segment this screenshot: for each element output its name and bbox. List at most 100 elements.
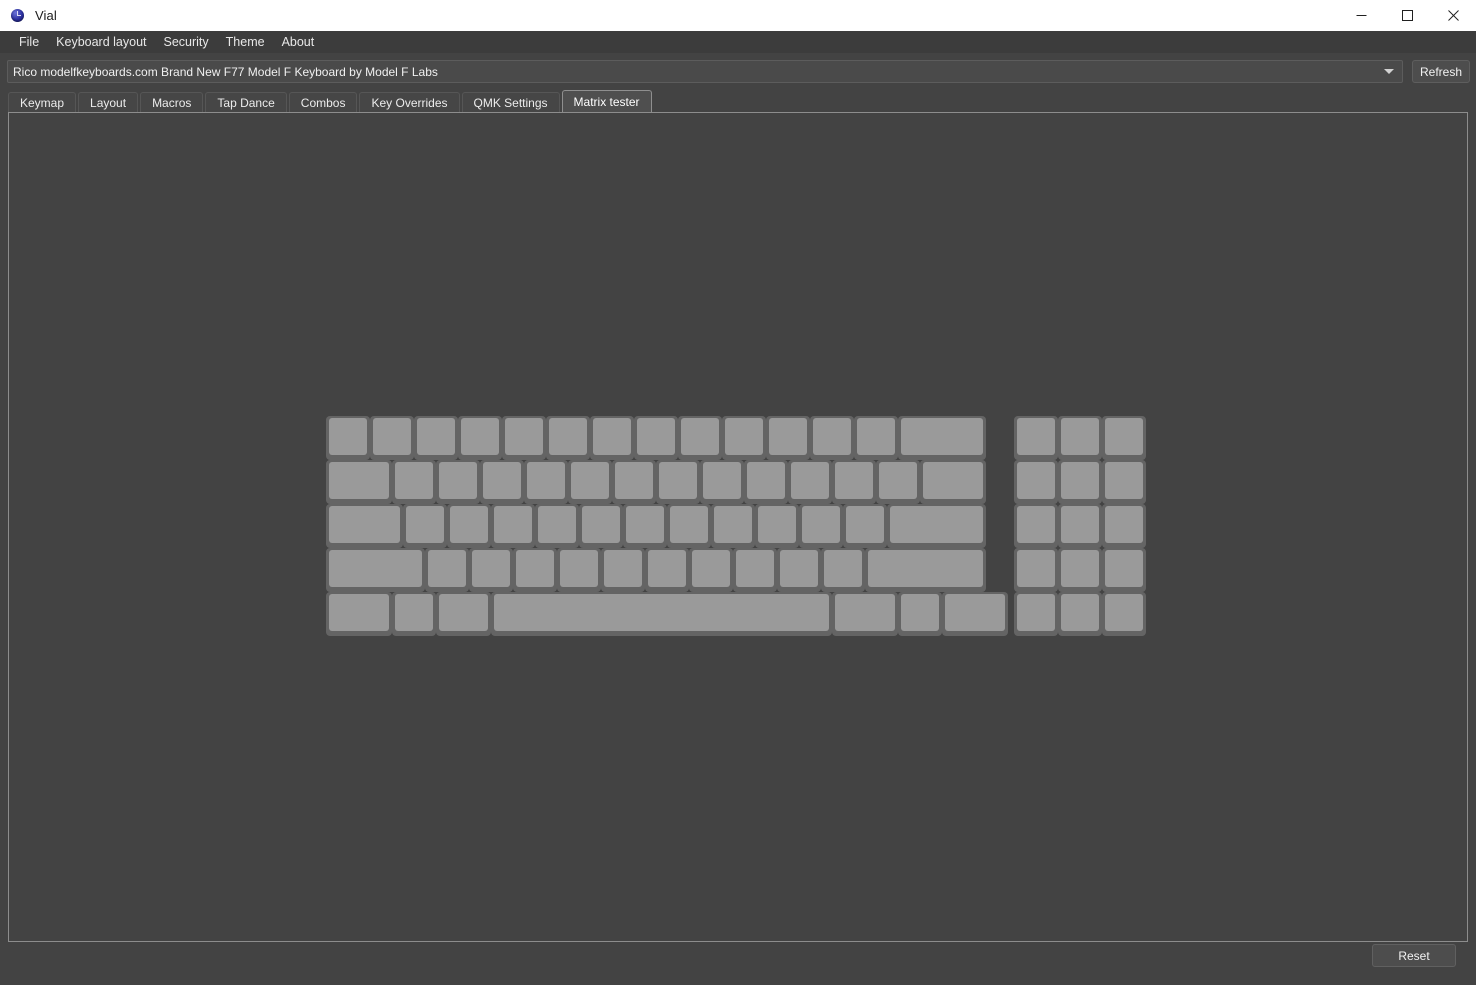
matrix-key-r1-c2[interactable] bbox=[436, 460, 480, 504]
matrix-key-r4-c2[interactable] bbox=[436, 592, 491, 636]
matrix-key-right-r4-c2[interactable] bbox=[1102, 592, 1146, 636]
tab-tap-dance[interactable]: Tap Dance bbox=[205, 92, 287, 112]
key-cap bbox=[824, 550, 862, 587]
matrix-key-r3-c1[interactable] bbox=[425, 548, 469, 592]
matrix-key-r1-c6[interactable] bbox=[612, 460, 656, 504]
maximize-icon[interactable] bbox=[1384, 0, 1430, 31]
matrix-key-r2-c0[interactable] bbox=[326, 504, 403, 548]
matrix-key-r0-c8[interactable] bbox=[678, 416, 722, 460]
reset-button[interactable]: Reset bbox=[1372, 944, 1456, 967]
key-cap bbox=[681, 418, 719, 455]
matrix-key-r0-c11[interactable] bbox=[810, 416, 854, 460]
matrix-key-r1-c0[interactable] bbox=[326, 460, 392, 504]
matrix-key-r1-c12[interactable] bbox=[876, 460, 920, 504]
matrix-key-r3-c2[interactable] bbox=[469, 548, 513, 592]
matrix-key-r2-c4[interactable] bbox=[535, 504, 579, 548]
matrix-key-r2-c10[interactable] bbox=[799, 504, 843, 548]
matrix-key-r0-c9[interactable] bbox=[722, 416, 766, 460]
matrix-key-r0-c6[interactable] bbox=[590, 416, 634, 460]
matrix-key-r2-c1[interactable] bbox=[403, 504, 447, 548]
matrix-key-r1-c1[interactable] bbox=[392, 460, 436, 504]
matrix-key-right-r2-c2[interactable] bbox=[1102, 504, 1146, 548]
matrix-key-r3-c0[interactable] bbox=[326, 548, 425, 592]
matrix-key-r3-c4[interactable] bbox=[557, 548, 601, 592]
matrix-key-r1-c9[interactable] bbox=[744, 460, 788, 504]
matrix-key-r0-c7[interactable] bbox=[634, 416, 678, 460]
matrix-key-r1-c10[interactable] bbox=[788, 460, 832, 504]
matrix-key-r3-c7[interactable] bbox=[689, 548, 733, 592]
matrix-key-r1-c4[interactable] bbox=[524, 460, 568, 504]
keyboard-select[interactable]: Rico modelfkeyboards.com Brand New F77 M… bbox=[7, 60, 1403, 83]
tab-combos[interactable]: Combos bbox=[288, 92, 358, 112]
matrix-key-right-r0-c0[interactable] bbox=[1014, 416, 1058, 460]
matrix-key-right-r4-c1[interactable] bbox=[1058, 592, 1102, 636]
matrix-key-right-r3-c2[interactable] bbox=[1102, 548, 1146, 592]
matrix-key-right-r2-c0[interactable] bbox=[1014, 504, 1058, 548]
matrix-key-r2-c2[interactable] bbox=[447, 504, 491, 548]
matrix-key-r1-c5[interactable] bbox=[568, 460, 612, 504]
tab-keymap[interactable]: Keymap bbox=[8, 92, 77, 112]
matrix-key-right-r0-c1[interactable] bbox=[1058, 416, 1102, 460]
menu-item-security[interactable]: Security bbox=[156, 33, 217, 52]
matrix-key-r1-c3[interactable] bbox=[480, 460, 524, 504]
matrix-key-r4-c3[interactable] bbox=[491, 592, 832, 636]
tab-key-overrides[interactable]: Key Overrides bbox=[359, 92, 460, 112]
matrix-key-r0-c12[interactable] bbox=[854, 416, 898, 460]
matrix-key-r2-c5[interactable] bbox=[579, 504, 623, 548]
matrix-key-r2-c9[interactable] bbox=[755, 504, 799, 548]
menu-item-about[interactable]: About bbox=[274, 33, 323, 52]
matrix-key-r1-c11[interactable] bbox=[832, 460, 876, 504]
menu-item-keyboard-layout[interactable]: Keyboard layout bbox=[48, 33, 154, 52]
key-cap bbox=[494, 594, 829, 631]
matrix-key-r3-c9[interactable] bbox=[777, 548, 821, 592]
matrix-key-right-r1-c1[interactable] bbox=[1058, 460, 1102, 504]
tab-matrix-tester[interactable]: Matrix tester bbox=[561, 90, 652, 112]
matrix-key-right-r3-c1[interactable] bbox=[1058, 548, 1102, 592]
matrix-key-r2-c6[interactable] bbox=[623, 504, 667, 548]
close-icon[interactable] bbox=[1430, 0, 1476, 31]
matrix-key-r3-c6[interactable] bbox=[645, 548, 689, 592]
menu-item-file[interactable]: File bbox=[11, 33, 47, 52]
matrix-key-r0-c0[interactable] bbox=[326, 416, 370, 460]
refresh-button[interactable]: Refresh bbox=[1412, 60, 1470, 83]
matrix-key-r2-c12[interactable] bbox=[887, 504, 986, 548]
matrix-key-r0-c10[interactable] bbox=[766, 416, 810, 460]
menu-item-theme[interactable]: Theme bbox=[218, 33, 273, 52]
matrix-key-right-r3-c0[interactable] bbox=[1014, 548, 1058, 592]
matrix-key-r0-c13[interactable] bbox=[898, 416, 986, 460]
matrix-key-r0-c5[interactable] bbox=[546, 416, 590, 460]
matrix-key-r4-c6[interactable] bbox=[942, 592, 1008, 636]
matrix-key-r2-c7[interactable] bbox=[667, 504, 711, 548]
matrix-key-r4-c1[interactable] bbox=[392, 592, 436, 636]
menu-bar: File Keyboard layout Security Theme Abou… bbox=[0, 31, 1476, 53]
matrix-key-right-r2-c1[interactable] bbox=[1058, 504, 1102, 548]
key-cap bbox=[813, 418, 851, 455]
matrix-key-r0-c2[interactable] bbox=[414, 416, 458, 460]
matrix-key-r1-c13[interactable] bbox=[920, 460, 986, 504]
matrix-key-r3-c10[interactable] bbox=[821, 548, 865, 592]
matrix-key-r4-c5[interactable] bbox=[898, 592, 942, 636]
matrix-key-right-r1-c2[interactable] bbox=[1102, 460, 1146, 504]
matrix-key-r4-c4[interactable] bbox=[832, 592, 898, 636]
matrix-key-r2-c3[interactable] bbox=[491, 504, 535, 548]
matrix-key-r0-c3[interactable] bbox=[458, 416, 502, 460]
chevron-down-icon[interactable] bbox=[1380, 69, 1398, 74]
matrix-key-r3-c3[interactable] bbox=[513, 548, 557, 592]
matrix-key-r1-c7[interactable] bbox=[656, 460, 700, 504]
tab-macros[interactable]: Macros bbox=[140, 92, 204, 112]
matrix-key-r0-c1[interactable] bbox=[370, 416, 414, 460]
matrix-key-r3-c11[interactable] bbox=[865, 548, 986, 592]
matrix-key-r2-c8[interactable] bbox=[711, 504, 755, 548]
tab-layout[interactable]: Layout bbox=[78, 92, 139, 112]
matrix-key-right-r0-c2[interactable] bbox=[1102, 416, 1146, 460]
matrix-key-r0-c4[interactable] bbox=[502, 416, 546, 460]
matrix-key-right-r4-c0[interactable] bbox=[1014, 592, 1058, 636]
matrix-key-r2-c11[interactable] bbox=[843, 504, 887, 548]
matrix-key-r4-c0[interactable] bbox=[326, 592, 392, 636]
matrix-key-right-r1-c0[interactable] bbox=[1014, 460, 1058, 504]
matrix-key-r3-c5[interactable] bbox=[601, 548, 645, 592]
tab-qmk-settings[interactable]: QMK Settings bbox=[461, 92, 560, 112]
matrix-key-r3-c8[interactable] bbox=[733, 548, 777, 592]
matrix-key-r1-c8[interactable] bbox=[700, 460, 744, 504]
minimize-icon[interactable] bbox=[1338, 0, 1384, 31]
